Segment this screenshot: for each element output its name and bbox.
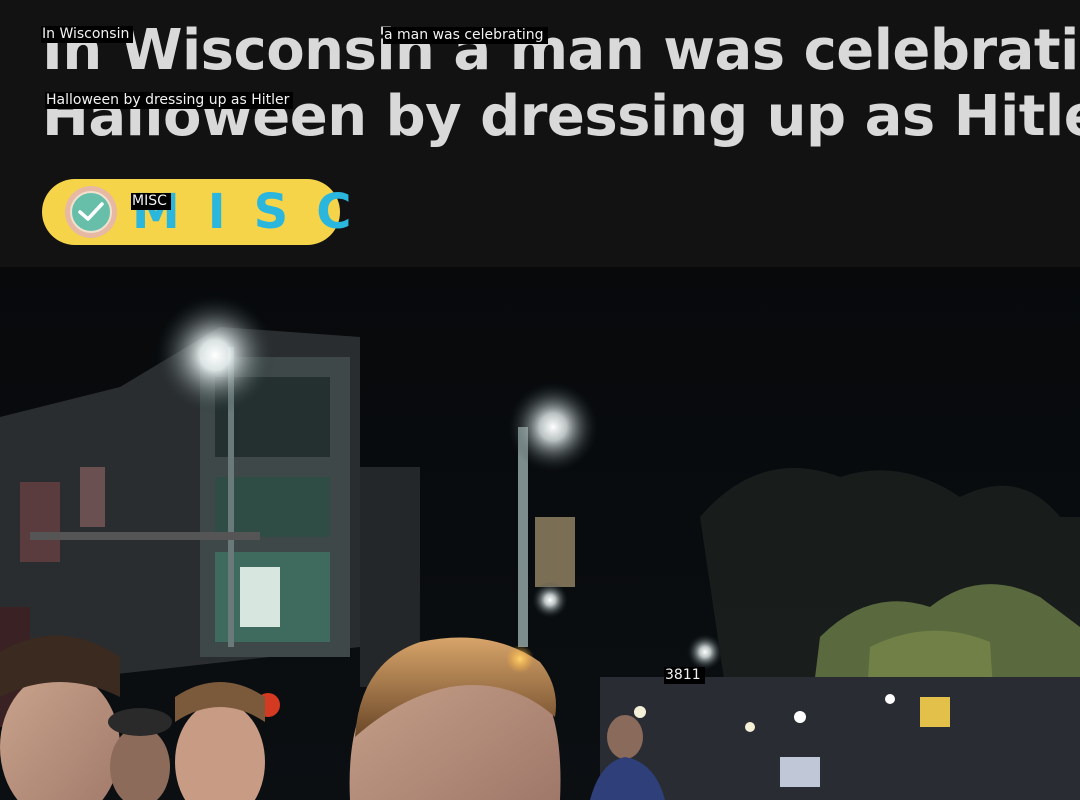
category-badge[interactable]: MISC [42,179,351,245]
overlay-label-misc: MISC [131,193,171,210]
article-photo [0,267,1080,800]
overlay-label-man-celebrating: a man was celebrating [383,27,548,44]
overlay-label-halloween: Halloween by dressing up as Hitler [45,92,294,109]
category-badge-label: MISC [132,184,380,240]
overlay-label-in-wisconsin: In Wisconsin [41,26,134,43]
checkmark-badge-icon [65,186,117,238]
article-view: In Wisconsin a man was celebrating Hallo… [0,0,1080,800]
overlay-label-number: 3811 [664,667,705,684]
